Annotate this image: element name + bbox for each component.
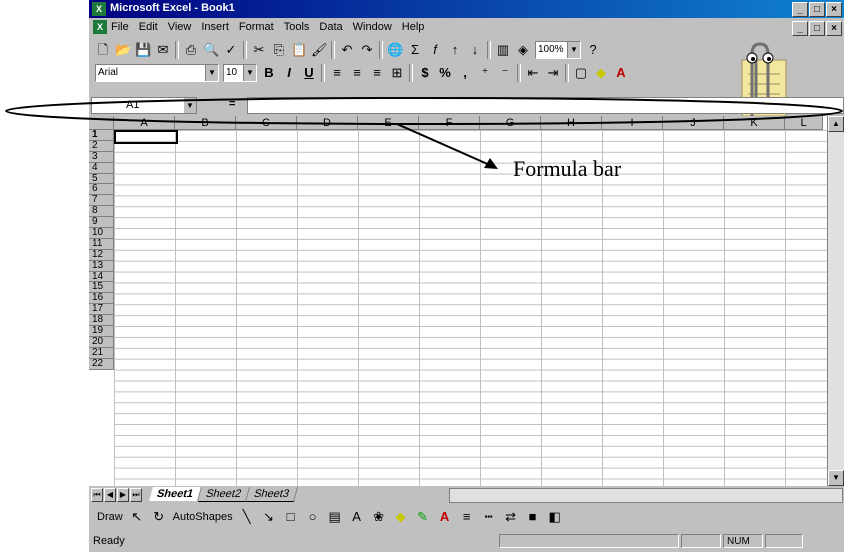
formula-bar-highlight-ellipse — [5, 97, 843, 125]
annotation-arrow-line — [396, 123, 493, 167]
annotation-overlay — [5, 97, 843, 169]
formula-bar-callout-label: Formula bar — [513, 156, 622, 181]
